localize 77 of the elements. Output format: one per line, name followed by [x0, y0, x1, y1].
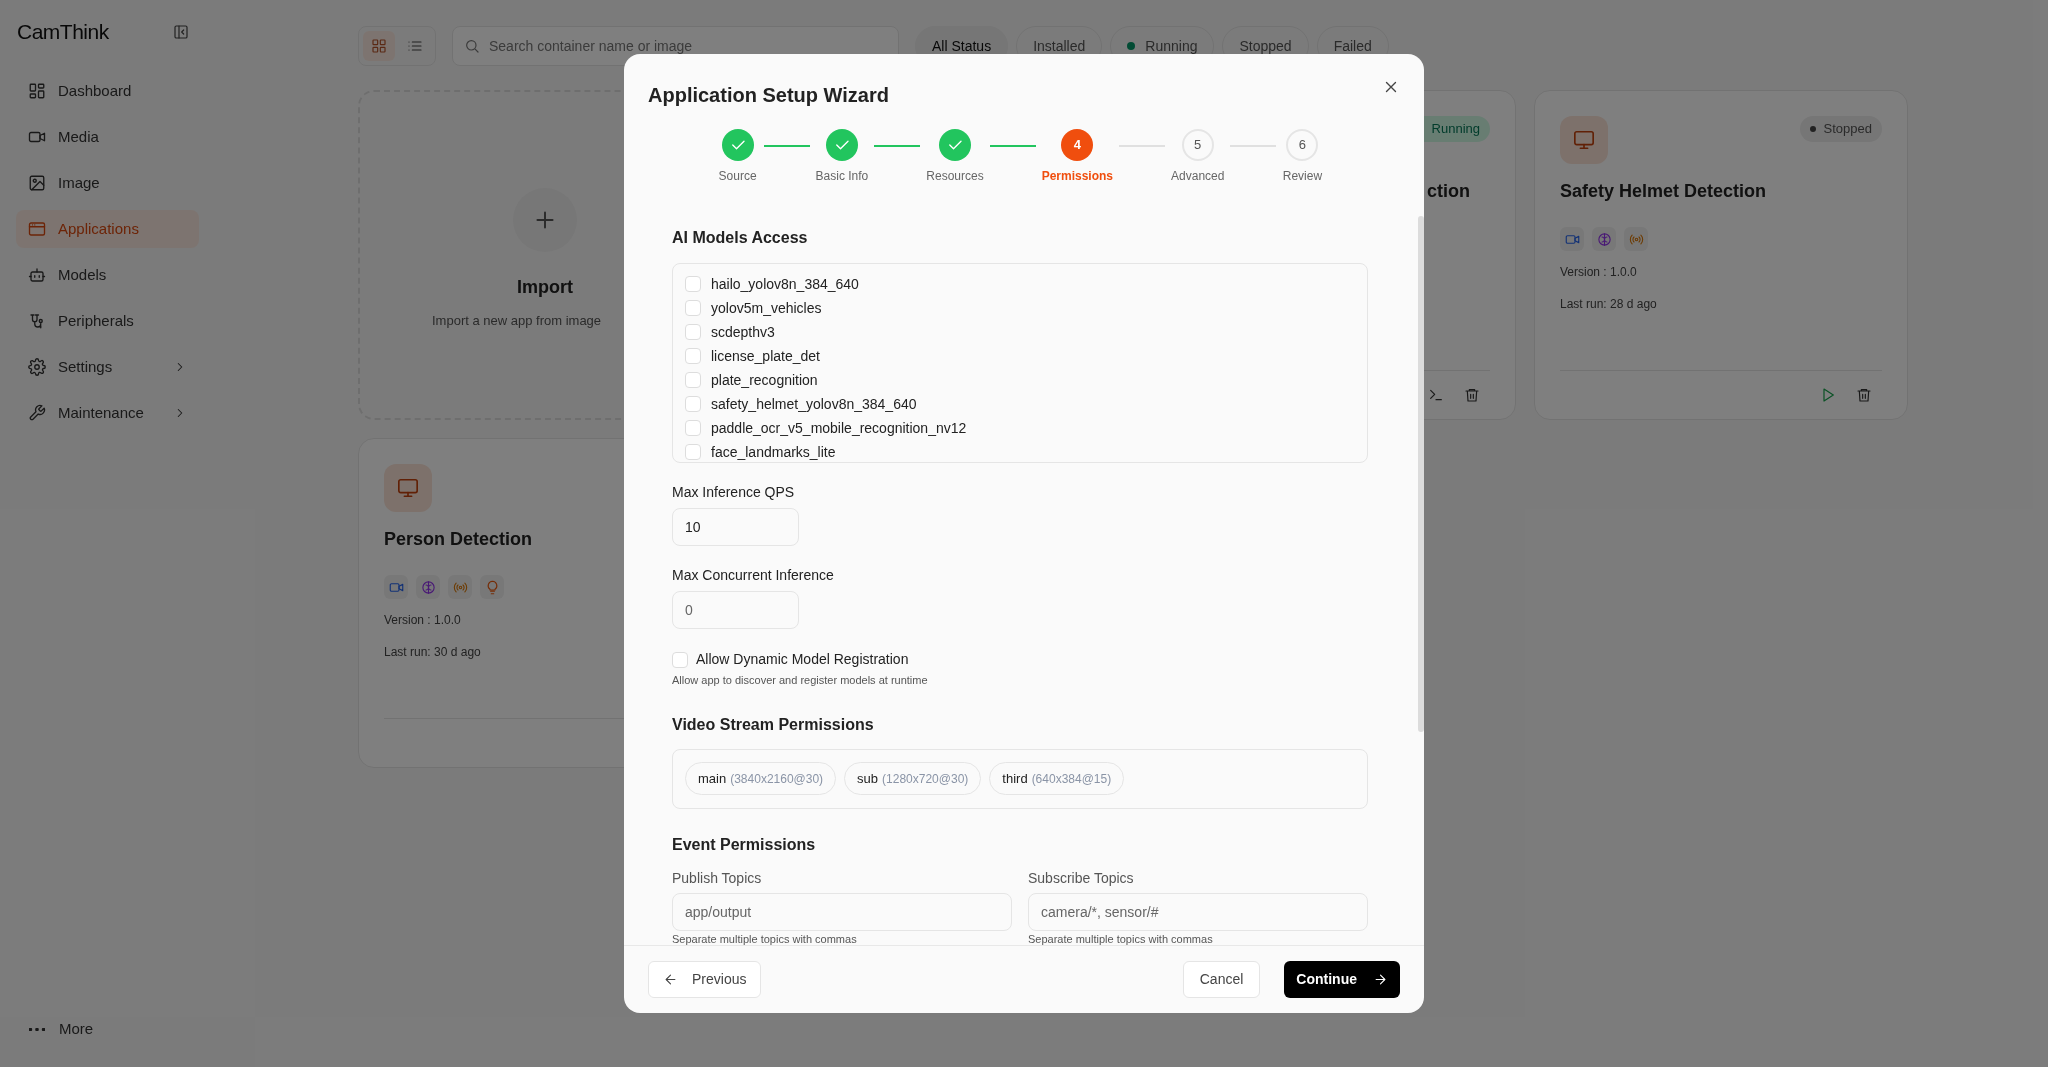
status-badge: Stopped: [1799, 116, 1882, 142]
step-number: 6: [1286, 129, 1319, 161]
step-label: Review: [1282, 168, 1323, 185]
plug-icon: [28, 312, 46, 330]
robot-icon: [28, 266, 46, 284]
arrow-left-icon: [663, 972, 678, 987]
last-run-text: Last run: 30 d ago: [384, 644, 481, 661]
sidebar-item[interactable]: Peripherals: [16, 302, 199, 340]
app-card[interactable]: Stopped Safety Helmet Detection Version : 1.0.0 Last run: 28 d ago: [1534, 90, 1908, 420]
brand-logo: CamThink: [17, 19, 109, 46]
model-name: paddle_ocr_v5_mobile_recognition_nv12: [711, 418, 967, 438]
monitor-icon: [397, 477, 419, 499]
sidebar-collapse-button[interactable]: [173, 24, 189, 40]
search-icon: [464, 38, 480, 54]
field-label: Publish Topics: [672, 868, 762, 888]
checkbox[interactable]: [685, 324, 701, 340]
delete-button[interactable]: [1464, 387, 1480, 403]
sidebar-item[interactable]: Image: [16, 164, 199, 202]
step-label: Advanced: [1171, 168, 1225, 185]
more-menu-item[interactable]: More: [16, 1011, 199, 1047]
trash-icon: [1856, 387, 1872, 403]
step-label: Resources: [926, 168, 984, 185]
trash-icon: [1464, 387, 1480, 403]
step-label: Permissions: [1041, 168, 1114, 185]
play-icon: [1820, 387, 1836, 403]
publish-topics-input[interactable]: app/output: [672, 892, 1012, 931]
hint-text: Separate multiple topics with commas: [672, 931, 857, 945]
sidebar-item[interactable]: Applications: [16, 210, 199, 248]
field-label: Subscribe Topics: [1028, 868, 1134, 888]
checkbox[interactable]: [685, 372, 701, 388]
app-version: Version : 1.0.0: [1560, 264, 1637, 281]
hint-text: Separate multiple topics with commas: [1028, 931, 1213, 945]
cancel-button[interactable]: Cancel: [1182, 961, 1261, 998]
step-number: 5: [1181, 129, 1214, 161]
delete-button[interactable]: [1856, 387, 1872, 403]
app-version: Version : 1.0.0: [384, 612, 461, 629]
checkbox[interactable]: [685, 444, 701, 460]
terminal-button[interactable]: [1428, 387, 1444, 403]
last-run-text: Last run: 28 d ago: [1560, 296, 1657, 313]
import-description: Import a new app from image: [432, 312, 602, 330]
grid-icon: [371, 38, 387, 54]
import-title: Import: [517, 276, 573, 299]
app-title: ction: [1427, 180, 1470, 203]
concurrent-input[interactable]: 0: [672, 591, 799, 629]
sidebar-item[interactable]: Media: [16, 118, 199, 156]
qps-input[interactable]: 10: [672, 508, 799, 546]
dashboard-icon: [28, 82, 46, 100]
arrow-right-icon: [1373, 972, 1388, 987]
settings-icon: [28, 358, 46, 376]
checkbox[interactable]: [685, 276, 701, 292]
checkbox[interactable]: [685, 396, 701, 412]
step-number: 4: [1061, 129, 1094, 161]
scrollbar-thumb[interactable]: [1418, 216, 1424, 732]
browser-window-icon: [28, 220, 46, 238]
checkbox[interactable]: [685, 348, 701, 364]
continue-button[interactable]: Continue: [1284, 961, 1400, 998]
monitor-icon: [1573, 129, 1595, 151]
sidebar-item[interactable]: Settings: [16, 348, 199, 386]
section-title: Event Permissions: [672, 834, 816, 855]
image-icon: [28, 174, 46, 192]
grid-view-button[interactable]: [363, 31, 395, 61]
terminal-icon: [1428, 387, 1444, 403]
app-title: Person Detection: [384, 528, 533, 551]
sidebar-item[interactable]: Dashboard: [16, 72, 199, 110]
sidebar-item[interactable]: Maintenance: [16, 394, 199, 432]
app-title: Safety Helmet Detection: [1560, 180, 1767, 203]
more-icon: [29, 1027, 45, 1031]
checkbox[interactable]: [685, 300, 701, 316]
wrench-icon: [28, 404, 46, 422]
subscribe-topics-input[interactable]: camera/*, sensor/#: [1028, 892, 1368, 931]
previous-button[interactable]: Previous: [648, 961, 762, 998]
sidebar-collapse-icon: [173, 24, 189, 40]
step-label: Basic Info: [815, 168, 869, 185]
sidebar-item[interactable]: Models: [16, 256, 199, 294]
checkbox[interactable]: [685, 420, 701, 436]
start-button[interactable]: [1820, 387, 1836, 403]
checkbox[interactable]: [672, 651, 688, 668]
